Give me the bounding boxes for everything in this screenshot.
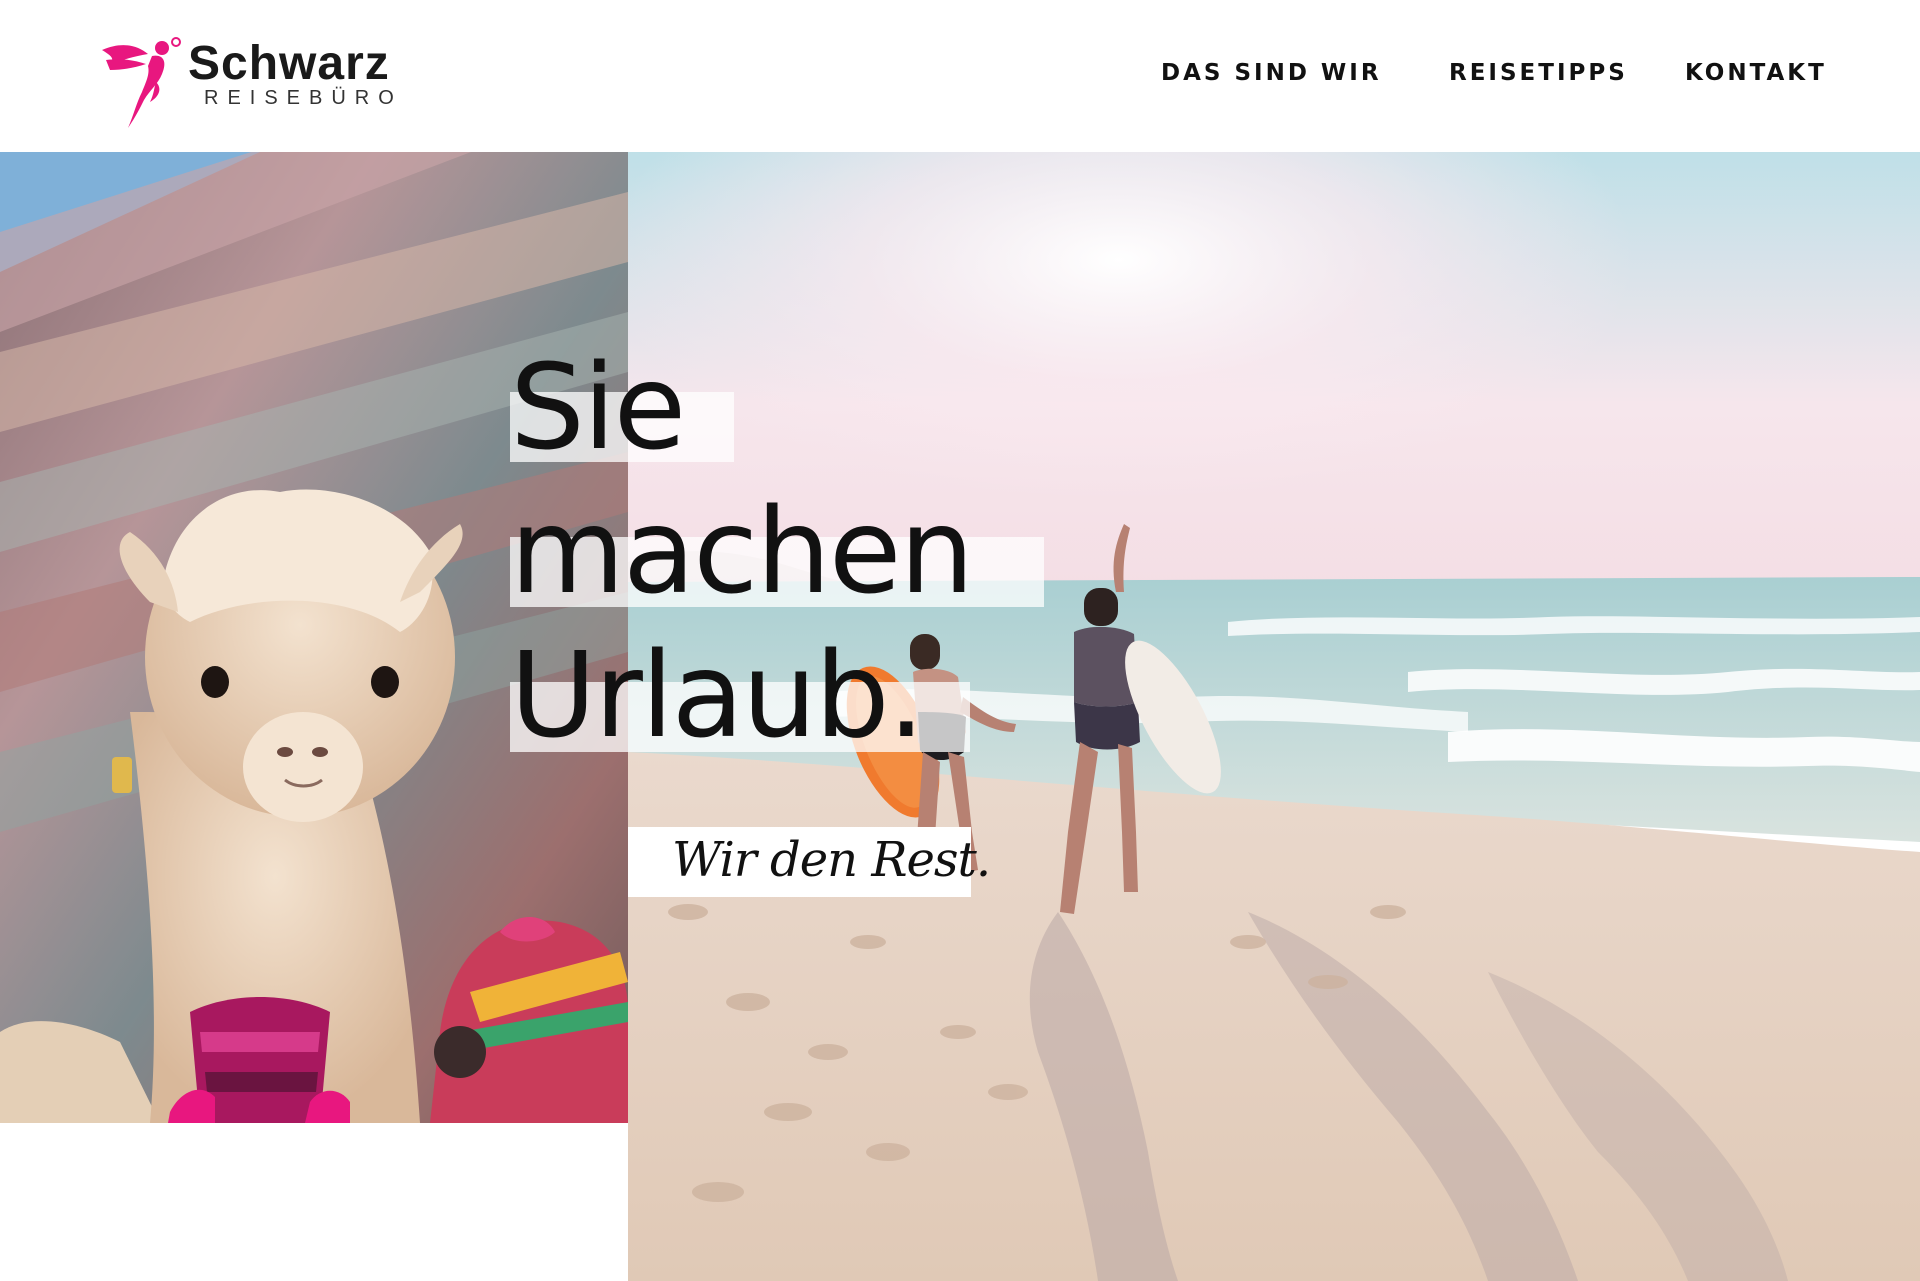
nav-link-about[interactable]: DAS SIND WIR: [1161, 60, 1382, 90]
headline-line-1: Sie: [510, 338, 686, 476]
site-header: Schwarz REISEBÜRO DAS SIND WIR REISETIPP…: [0, 0, 1920, 152]
angel-logo-icon: [102, 37, 181, 128]
brand-subtitle: REISEBÜRO: [204, 87, 403, 109]
headline-line-2: machen: [510, 482, 974, 620]
hero-section: Sie machen Urlaub. Wir den Rest.: [0, 152, 1920, 1281]
tagline-text: Wir den Rest.: [672, 832, 991, 888]
nav-link-contact[interactable]: KONTAKT: [1685, 60, 1827, 90]
headline-line-3: Urlaub.: [510, 626, 925, 764]
brand-name: Schwarz: [188, 37, 390, 90]
brand-logo[interactable]: Schwarz REISEBÜRO: [100, 30, 450, 130]
white-space-block: [0, 1123, 628, 1281]
nav-link-travel-tips[interactable]: REISETIPPS: [1449, 60, 1628, 90]
